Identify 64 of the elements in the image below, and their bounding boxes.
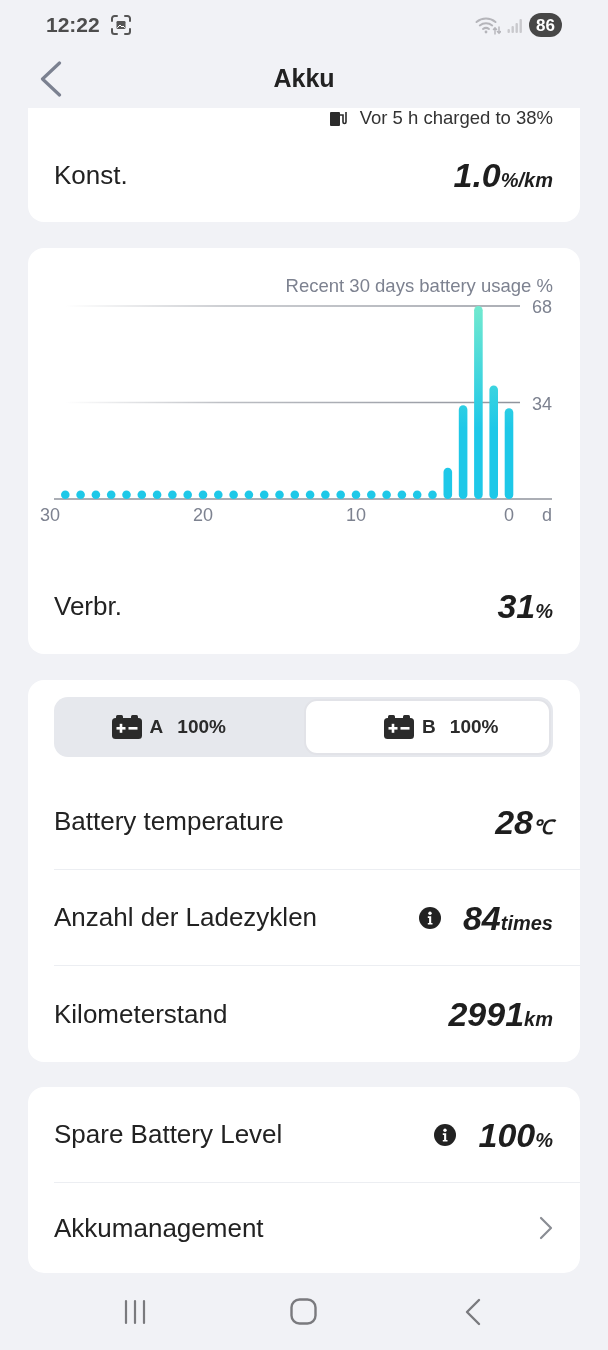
chart-bar (305, 490, 315, 499)
stat-label: Konst. (54, 158, 128, 192)
chart-bar (321, 490, 330, 499)
stat-label: Battery temperature (54, 805, 284, 838)
charging-station-icon (329, 110, 348, 126)
x-tick-label: 30 (40, 505, 60, 525)
stat-label: Verbr. (54, 589, 122, 623)
chart-bar (443, 467, 453, 499)
x-tick-label: 10 (346, 505, 366, 525)
chart-bar (76, 490, 85, 499)
chart-bar (397, 490, 407, 499)
battery-icon (111, 715, 142, 739)
chart-title: Recent 30 days battery usage % (284, 274, 554, 298)
stat-value: 100% (478, 1117, 553, 1152)
chart-bar (183, 490, 192, 499)
x-tick-label: 20 (193, 505, 213, 525)
chart-bar (275, 490, 284, 499)
chart-bar (367, 490, 376, 499)
y-tick-label: 68 (531, 298, 552, 317)
chart-bar (336, 490, 345, 499)
y-tick-label: 34 (531, 393, 552, 414)
battery-indicator: 86 (529, 13, 562, 37)
back-button[interactable] (40, 61, 62, 97)
chart-bar (61, 490, 70, 499)
signal-icon (507, 17, 524, 33)
x-axis-label: d (542, 505, 552, 525)
stat-label: Spare Battery Level (54, 1118, 283, 1151)
chart-bar (122, 490, 131, 499)
page-title: Akku (273, 63, 335, 95)
chart-bar (198, 490, 208, 499)
stat-value: 84times (462, 900, 553, 935)
stat-value: 1.0%/km (453, 158, 553, 192)
chart-bar (428, 490, 437, 499)
chart-bar (91, 490, 101, 499)
wifi-icon (475, 15, 502, 35)
chart-bar (106, 490, 116, 499)
note-text: Vor 5 h charged to 38% (359, 108, 553, 128)
battery-icon (384, 715, 415, 739)
stat-label: Anzahl der Ladezyklen (54, 901, 318, 934)
chart-bar (351, 490, 361, 499)
stat-value: 2991km (448, 997, 553, 1031)
chart-bar (152, 490, 162, 499)
home-icon[interactable] (290, 1298, 318, 1325)
chart-bar (259, 490, 269, 499)
recents-icon[interactable] (123, 1298, 146, 1325)
chart-bar (168, 490, 177, 499)
chevron-right-icon (539, 1216, 553, 1240)
menu-item[interactable]: Akkumanagement (54, 1183, 580, 1273)
battery-tab[interactable]: B 100% (303, 699, 551, 755)
x-tick-label: 0 (504, 505, 514, 525)
stat-label: Kilometerstand (54, 997, 228, 1031)
battery-tab[interactable]: A 100% (56, 699, 304, 755)
back-icon[interactable] (465, 1297, 482, 1326)
chart-bar (290, 490, 300, 499)
chart-bar (382, 490, 391, 499)
chart-bar (244, 490, 254, 499)
stat-value: 31% (497, 589, 553, 623)
chart-bar (214, 490, 223, 499)
screenshot-icon (110, 15, 131, 35)
chart-bar (229, 490, 238, 499)
chart-bar (412, 490, 422, 499)
chevron-left-icon (40, 61, 62, 97)
chart-bar (137, 490, 147, 499)
status-time: 12:22 (46, 12, 100, 39)
